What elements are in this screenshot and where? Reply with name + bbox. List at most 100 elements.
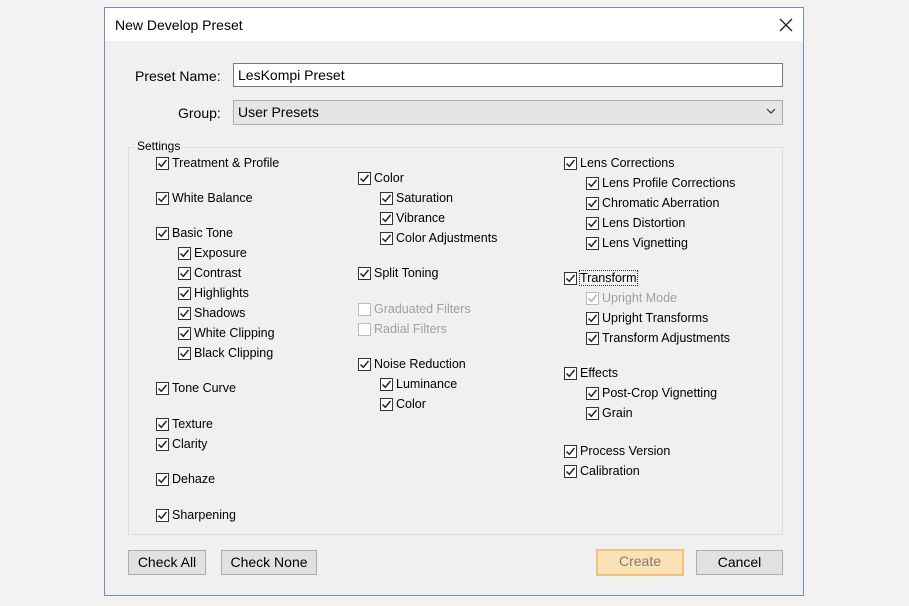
checkbox-effects[interactable]: Effects — [564, 366, 618, 380]
checkbox-label: Highlights — [194, 286, 249, 300]
close-button[interactable] — [769, 8, 803, 41]
check-none-button[interactable]: Check None — [221, 550, 317, 575]
check-all-button[interactable]: Check All — [128, 550, 206, 575]
checkbox-exposure[interactable]: Exposure — [178, 246, 247, 260]
checkmark-icon — [565, 159, 576, 167]
checkbox-box — [156, 191, 169, 205]
checkmark-icon — [157, 511, 168, 519]
group-select[interactable]: User Presets — [233, 100, 783, 125]
checkbox-label: Lens Corrections — [580, 156, 675, 170]
checkbox-box — [380, 211, 393, 225]
checkbox-label: Texture — [172, 417, 213, 431]
checkbox-highlights[interactable]: Highlights — [178, 286, 249, 300]
checkmark-icon — [565, 274, 576, 282]
checkbox-label: Tone Curve — [172, 381, 236, 395]
checkbox-white-clipping[interactable]: White Clipping — [178, 326, 275, 340]
checkmark-icon — [157, 159, 168, 167]
checkbox-black-clipping[interactable]: Black Clipping — [178, 346, 273, 360]
preset-name-input[interactable] — [233, 63, 783, 87]
checkbox-box — [564, 464, 577, 478]
checkmark-icon — [587, 179, 598, 187]
checkbox-label: Lens Vignetting — [602, 236, 688, 250]
checkbox-texture[interactable]: Texture — [156, 417, 213, 431]
checkbox-treatment-and-profile[interactable]: Treatment & Profile — [156, 156, 279, 170]
checkbox-label: Graduated Filters — [374, 302, 471, 316]
checkmark-icon — [157, 440, 168, 448]
checkbox-label: White Balance — [172, 191, 253, 205]
checkbox-label: Saturation — [396, 191, 453, 205]
checkbox-label: Upright Transforms — [602, 311, 709, 325]
checkbox-post-crop-vignetting[interactable]: Post-Crop Vignetting — [586, 386, 717, 400]
checkbox-box — [156, 381, 169, 395]
checkmark-icon — [359, 360, 370, 368]
checkbox-box — [586, 176, 599, 190]
checkbox-label: Treatment & Profile — [172, 156, 280, 170]
checkbox-tone-curve[interactable]: Tone Curve — [156, 381, 236, 395]
checkbox-radial-filters: Radial Filters — [358, 322, 447, 336]
checkbox-label: Vibrance — [396, 211, 446, 225]
checkbox-label: Color Adjustments — [396, 231, 498, 245]
checkbox-chromatic-aberration[interactable]: Chromatic Aberration — [586, 196, 719, 210]
checkmark-icon — [381, 400, 392, 408]
checkmark-icon — [179, 349, 190, 357]
checkbox-color-adjustments[interactable]: Color Adjustments — [380, 231, 497, 245]
checkbox-shadows[interactable]: Shadows — [178, 306, 245, 320]
checkmark-icon — [359, 269, 370, 277]
checkbox-color[interactable]: Color — [380, 397, 426, 411]
checkbox-label: Contrast — [194, 266, 242, 280]
checkbox-graduated-filters: Graduated Filters — [358, 302, 471, 316]
checkbox-transform[interactable]: Transform — [564, 270, 638, 286]
checkbox-process-version[interactable]: Process Version — [564, 444, 670, 458]
checkbox-label: Sharpening — [172, 508, 236, 522]
checkbox-label: Luminance — [396, 377, 458, 391]
checkbox-label: Upright Mode — [602, 291, 678, 305]
checkbox-clarity[interactable]: Clarity — [156, 437, 207, 451]
checkmark-icon — [587, 199, 598, 207]
checkbox-split-toning[interactable]: Split Toning — [358, 266, 438, 280]
checkbox-box — [586, 331, 599, 345]
checkbox-box — [380, 231, 393, 245]
checkbox-label: Transform Adjustments — [602, 331, 731, 345]
checkbox-transform-adjustments[interactable]: Transform Adjustments — [586, 331, 730, 345]
checkbox-sharpening[interactable]: Sharpening — [156, 508, 236, 522]
checkbox-white-balance[interactable]: White Balance — [156, 191, 253, 205]
checkbox-box — [586, 236, 599, 250]
checkbox-calibration[interactable]: Calibration — [564, 464, 640, 478]
checkmark-icon — [157, 384, 168, 392]
checkbox-label: Process Version — [580, 444, 671, 458]
checkbox-lens-profile-corrections[interactable]: Lens Profile Corrections — [586, 176, 735, 190]
checkbox-lens-vignetting[interactable]: Lens Vignetting — [586, 236, 688, 250]
checkmark-icon — [565, 467, 576, 475]
checkbox-lens-corrections[interactable]: Lens Corrections — [564, 156, 675, 170]
create-button[interactable]: Create — [596, 549, 684, 576]
checkbox-label: Effects — [580, 366, 618, 380]
checkbox-box — [586, 311, 599, 325]
group-select-value: User Presets — [238, 104, 319, 120]
checkbox-box — [358, 266, 371, 280]
group-label: Group: — [178, 105, 221, 121]
checkbox-vibrance[interactable]: Vibrance — [380, 211, 445, 225]
checkbox-contrast[interactable]: Contrast — [178, 266, 241, 280]
checkbox-label: Color — [374, 171, 404, 185]
checkbox-box — [586, 291, 599, 305]
checkmark-icon — [587, 389, 598, 397]
checkbox-label: Exposure — [194, 246, 247, 260]
cancel-button[interactable]: Cancel — [696, 550, 783, 575]
preset-name-label: Preset Name: — [135, 68, 221, 84]
new-develop-preset-dialog: New Develop Preset Preset Name: Group: U… — [104, 7, 804, 596]
checkmark-icon — [157, 229, 168, 237]
checkbox-grain[interactable]: Grain — [586, 406, 633, 420]
checkbox-color[interactable]: Color — [358, 171, 404, 185]
checkbox-box — [156, 226, 169, 240]
checkbox-upright-transforms[interactable]: Upright Transforms — [586, 311, 708, 325]
checkbox-luminance[interactable]: Luminance — [380, 377, 457, 391]
checkbox-saturation[interactable]: Saturation — [380, 191, 453, 205]
checkbox-lens-distortion[interactable]: Lens Distortion — [586, 216, 685, 230]
checkbox-box — [380, 397, 393, 411]
checkbox-basic-tone[interactable]: Basic Tone — [156, 226, 233, 240]
checkbox-dehaze[interactable]: Dehaze — [156, 472, 215, 486]
checkbox-noise-reduction[interactable]: Noise Reduction — [358, 357, 466, 371]
checkbox-box — [564, 271, 577, 285]
checkmark-icon — [381, 214, 392, 222]
checkbox-box — [586, 216, 599, 230]
